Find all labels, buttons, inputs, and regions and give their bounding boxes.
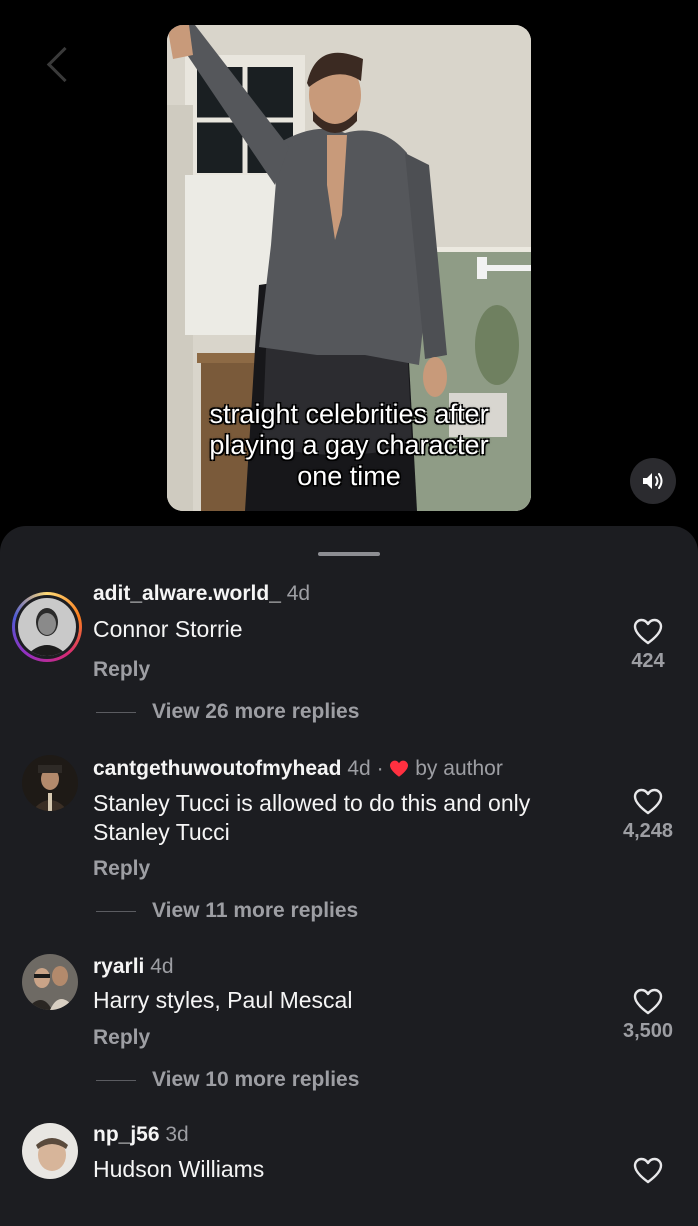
comment-username[interactable]: np_j56	[93, 1123, 160, 1146]
video-caption: straight celebrities after playing a gay…	[167, 399, 531, 492]
comment-time: 4d	[347, 757, 371, 780]
heart-icon[interactable]	[633, 788, 663, 816]
meta-separator: ·	[376, 757, 384, 780]
caption-line: one time	[297, 461, 401, 491]
like-column: 4,248	[598, 788, 698, 843]
heart-icon[interactable]	[633, 1157, 663, 1185]
like-column: 424	[598, 618, 698, 673]
view-replies-button[interactable]: View 26 more replies	[96, 700, 359, 724]
comment-meta: ryarli 4d	[93, 954, 174, 980]
comment-username[interactable]: cantgethuwoutofmyhead	[93, 757, 342, 780]
caption-line: playing a gay character	[209, 430, 489, 460]
comment-username[interactable]: ryarli	[93, 955, 144, 978]
reply-button[interactable]: Reply	[93, 857, 150, 881]
replies-divider	[96, 910, 136, 912]
author-liked-heart-icon	[390, 760, 409, 777]
like-count: 4,248	[622, 820, 674, 842]
avatar-story-ring[interactable]	[12, 592, 82, 662]
view-replies-label: View 26 more replies	[152, 700, 360, 723]
liked-by-author-label: by author	[415, 757, 503, 780]
mute-button[interactable]	[630, 458, 676, 504]
video-area: straight celebrities after playing a gay…	[0, 0, 698, 528]
view-replies-button[interactable]: View 10 more replies	[96, 1068, 359, 1092]
comment-meta: adit_alware.world_ 4d	[93, 581, 310, 607]
reply-button[interactable]: Reply	[93, 658, 150, 682]
view-replies-label: View 10 more replies	[152, 1068, 360, 1091]
avatar[interactable]	[22, 755, 78, 811]
replies-divider	[96, 1079, 136, 1081]
avatar	[18, 598, 76, 656]
comment-meta: cantgethuwoutofmyhead 4d · by author	[93, 756, 503, 782]
sheet-grabber-handle[interactable]	[318, 552, 380, 556]
comment-text: Stanley Tucci is allowed to do this and …	[93, 790, 531, 845]
comment-text: Connor Storrie	[93, 616, 243, 642]
comment-time: 4d	[150, 955, 174, 978]
comment-meta: np_j56 3d	[93, 1122, 189, 1148]
comments-sheet: adit_alware.world_ 4d Connor Storrie Rep…	[0, 526, 698, 1226]
caption-line: straight celebrities after	[209, 399, 489, 429]
view-replies-button[interactable]: View 11 more replies	[96, 899, 358, 923]
comment-text: Harry styles, Paul Mescal	[93, 987, 353, 1013]
comment-time: 3d	[165, 1123, 189, 1146]
replies-divider	[96, 711, 136, 713]
reply-button[interactable]: Reply	[93, 1026, 150, 1050]
like-column	[598, 1157, 698, 1185]
like-count: 3,500	[622, 1020, 674, 1042]
like-column: 3,500	[598, 988, 698, 1043]
comment-time: 4d	[286, 582, 311, 605]
view-replies-label: View 11 more replies	[152, 899, 359, 922]
comment-username[interactable]: adit_alware.world_	[93, 582, 281, 605]
avatar[interactable]	[22, 954, 78, 1010]
like-count: 424	[631, 650, 665, 672]
avatar[interactable]	[22, 1123, 78, 1179]
heart-icon[interactable]	[633, 988, 663, 1016]
video-player[interactable]: straight celebrities after playing a gay…	[167, 25, 531, 511]
comment-text: Hudson Williams	[93, 1156, 265, 1182]
back-icon[interactable]	[46, 46, 83, 83]
heart-icon[interactable]	[633, 618, 663, 646]
speaker-icon	[643, 473, 663, 489]
